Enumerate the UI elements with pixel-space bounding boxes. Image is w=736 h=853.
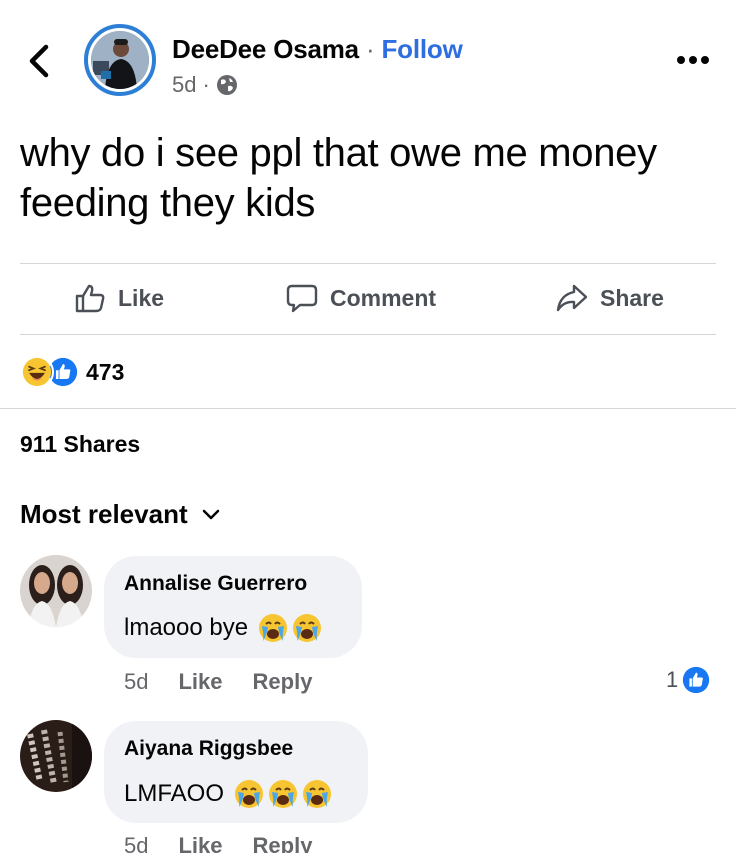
shares-count[interactable]: 911 Shares [20,431,140,458]
post-actions-bar: Like Comment Share [0,266,736,332]
more-options-icon[interactable] [676,54,710,66]
crying-face-icon [269,780,298,808]
post-author-line: DeeDee Osama · Follow [172,34,463,65]
post-text: why do i see ppl that owe me money feedi… [20,131,657,225]
thumbs-up-icon [75,284,105,313]
haha-reaction-icon [20,355,54,389]
comment-icon [286,284,318,313]
share-button[interactable]: Share [556,282,664,314]
post-time[interactable]: 5d [172,72,196,98]
like-button[interactable]: Like [74,282,164,314]
back-arrow-icon[interactable] [26,44,52,78]
comment-text-line: lmaooo bye [124,613,322,643]
time-separator: · [202,72,210,97]
author-avatar[interactable] [84,24,156,96]
share-label: Share [600,284,664,311]
comment-like-button[interactable]: Like [178,669,222,695]
comment-reply-button[interactable]: Reply [253,833,313,853]
post-meta: 5d · [172,72,238,98]
crying-face-icon [293,614,322,642]
comment-like-count: 1 [666,667,679,692]
divider [20,263,716,264]
divider [0,408,736,409]
author-name[interactable]: DeeDee Osama [172,34,359,64]
commenter-avatar[interactable] [20,555,92,627]
sort-label: Most relevant [20,499,188,529]
comment-time[interactable]: 5d [124,833,148,853]
chevron-down-icon [202,509,219,519]
comment-like-button[interactable]: Like [178,833,222,853]
commenter-name[interactable]: Annalise Guerrero [124,572,307,596]
comment-text-line: LMFAOO [124,779,332,809]
share-arrow-icon [556,284,588,312]
comment-reaction-count[interactable]: 1 [666,666,710,694]
commenter-avatar[interactable] [20,720,92,792]
crying-face-icon [303,780,332,808]
like-label: Like [118,284,165,311]
comment-reply-button[interactable]: Reply [253,669,313,695]
comment-meta: 5d Like Reply [124,833,312,853]
divider [20,334,716,335]
reaction-count: 473 [86,358,125,385]
crying-face-icon [259,614,288,642]
like-reaction-icon [683,666,710,694]
comment-text: LMFAOO [124,780,225,807]
comment-time[interactable]: 5d [124,669,148,695]
comment-button[interactable]: Comment [286,282,436,314]
commenter-name[interactable]: Aiyana Riggsbee [124,737,293,761]
name-separator: · [365,34,375,64]
comment-label: Comment [330,284,437,311]
comment-text: lmaooo bye [124,614,249,641]
crying-face-icon [235,780,264,808]
comment-sort-dropdown[interactable]: Most relevant [20,499,220,530]
reaction-summary[interactable]: 473 [20,355,124,389]
comment-meta: 5d Like Reply [124,669,312,695]
globe-icon [216,75,237,95]
follow-button[interactable]: Follow [381,34,462,64]
